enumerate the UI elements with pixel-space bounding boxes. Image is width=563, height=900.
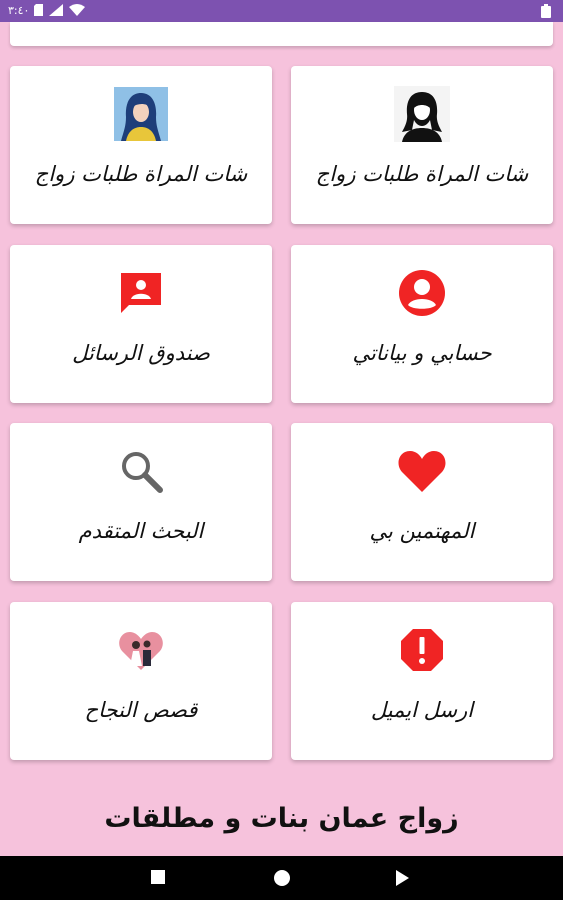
couple-heart-icon	[113, 622, 169, 678]
card-inbox[interactable]: صندوق الرسائل	[10, 245, 272, 403]
navigation-bar	[0, 856, 563, 900]
card-send-email[interactable]: ارسل ايميل	[291, 602, 553, 760]
sim-card-icon	[34, 4, 43, 16]
card-label: المهتمين بي	[369, 519, 475, 543]
status-bar: ٣:٤٠	[0, 0, 563, 22]
app-title: زواج عمان بنات و مطلقات	[104, 803, 459, 834]
alert-octagon-icon	[394, 622, 450, 678]
wifi-icon	[69, 4, 85, 16]
card-label: حسابي و بياناتي	[352, 341, 492, 365]
card-women-chat-2[interactable]: شات المراة طلبات زواج	[10, 66, 272, 224]
card-my-account[interactable]: حسابي و بياناتي	[291, 245, 553, 403]
status-time: ٣:٤٠	[8, 4, 30, 17]
home-icon[interactable]	[273, 869, 291, 887]
signal-icon	[49, 4, 63, 16]
woman-portrait-icon	[113, 86, 169, 142]
heart-icon	[394, 443, 450, 499]
card-label: ارسل ايميل	[370, 698, 474, 722]
card-label: البحث المتقدم	[78, 519, 204, 543]
battery-icon	[541, 4, 551, 18]
woman-silhouette-icon	[394, 86, 450, 142]
card-interested-in-me[interactable]: المهتمين بي	[291, 423, 553, 581]
card-advanced-search[interactable]: البحث المتقدم	[10, 423, 272, 581]
card-success-stories[interactable]: قصص النجاح	[10, 602, 272, 760]
card-label: قصص النجاح	[84, 698, 198, 722]
recents-icon[interactable]	[151, 870, 165, 884]
top-card[interactable]	[10, 22, 553, 46]
account-circle-icon	[394, 265, 450, 321]
card-label: شات المراة طلبات زواج	[34, 162, 248, 186]
status-icons	[34, 4, 85, 16]
search-icon	[113, 443, 169, 499]
back-icon[interactable]	[394, 869, 410, 887]
card-women-chat-1[interactable]: شات المراة طلبات زواج	[291, 66, 553, 224]
card-label: شات المراة طلبات زواج	[315, 162, 529, 186]
card-label: صندوق الرسائل	[72, 341, 210, 365]
message-inbox-icon	[113, 265, 169, 321]
